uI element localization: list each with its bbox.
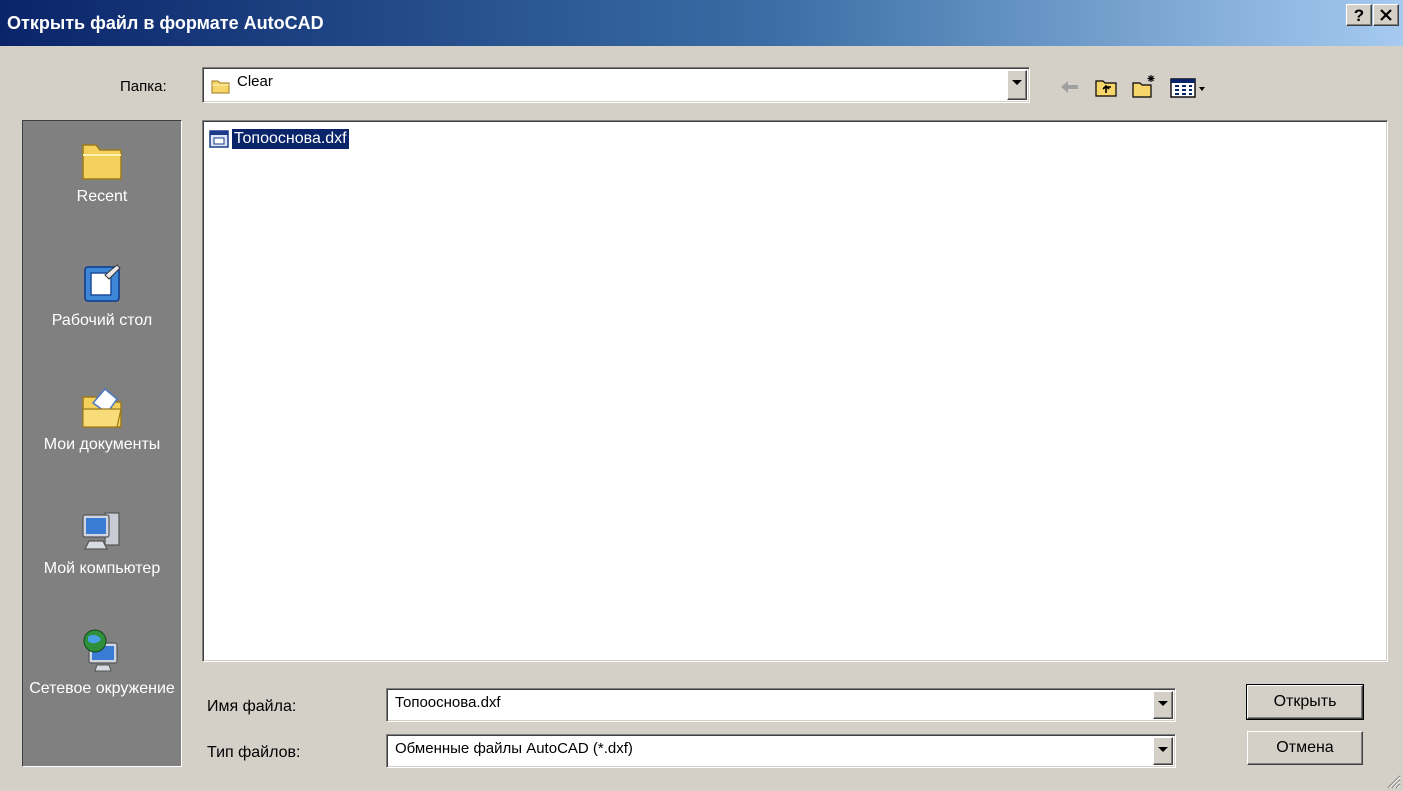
open-button[interactable]: Открыть (1246, 684, 1364, 720)
list-item[interactable]: Топооснова.dxf (209, 128, 350, 150)
filetype-select[interactable]: Обменные файлы AutoCAD (*.dxf) (386, 734, 1176, 768)
lookin-dropdown-arrow[interactable] (1007, 70, 1027, 100)
filename-value: Топооснова.dxf (395, 694, 501, 711)
lookin-label: Папка: (120, 78, 167, 95)
up-folder-icon (1095, 80, 1117, 97)
open-file-dialog: Открыть файл в формате AutoCAD ? Папка: … (0, 0, 1403, 791)
filename-dropdown-arrow[interactable] (1153, 691, 1173, 719)
place-my-documents[interactable]: Мои документы (23, 383, 181, 455)
title-bar[interactable]: Открыть файл в формате AutoCAD ? (0, 0, 1403, 46)
place-network[interactable]: Сетевое окружение (23, 627, 181, 699)
back-icon (1061, 81, 1078, 93)
window-title: Открыть файл в формате AutoCAD (7, 12, 324, 33)
lookin-value: Clear (237, 73, 273, 90)
desktop-icon (84, 264, 121, 302)
folder-icon (211, 80, 230, 94)
lookin-combo[interactable]: Clear (202, 67, 1030, 103)
file-list[interactable]: Топооснова.dxf (202, 120, 1388, 662)
places-bar: Recent Рабочий стол Мои документы Мой ко… (22, 120, 182, 767)
place-my-computer[interactable]: Мой компьютер (23, 507, 181, 579)
new-folder-button[interactable] (1130, 72, 1158, 102)
network-icon (83, 629, 118, 672)
back-button[interactable] (1056, 72, 1084, 102)
up-folder-button[interactable] (1092, 72, 1120, 102)
close-icon (1380, 9, 1392, 21)
my-computer-icon (82, 512, 120, 550)
help-button[interactable]: ? (1346, 4, 1372, 26)
file-name: Топооснова.dxf (231, 128, 350, 150)
place-desktop[interactable]: Рабочий стол (23, 259, 181, 331)
view-menu-button[interactable] (1168, 72, 1212, 102)
filetype-value: Обменные файлы AutoCAD (*.dxf) (395, 740, 633, 757)
filetype-dropdown-arrow[interactable] (1153, 737, 1173, 765)
resize-grip-icon[interactable] (1385, 773, 1401, 789)
new-folder-icon (1132, 75, 1155, 98)
view-menu-icon (1170, 78, 1205, 98)
recent-folder-icon (82, 144, 122, 180)
cancel-button[interactable]: Отмена (1247, 731, 1363, 765)
place-recent[interactable]: Recent (23, 135, 181, 207)
filetype-label: Тип файлов: (207, 744, 301, 761)
my-documents-icon (82, 387, 122, 428)
dxf-file-icon (209, 130, 229, 148)
filename-label: Имя файла: (207, 698, 297, 715)
filename-field[interactable]: Топооснова.dxf (386, 688, 1176, 722)
close-button[interactable] (1373, 4, 1399, 26)
